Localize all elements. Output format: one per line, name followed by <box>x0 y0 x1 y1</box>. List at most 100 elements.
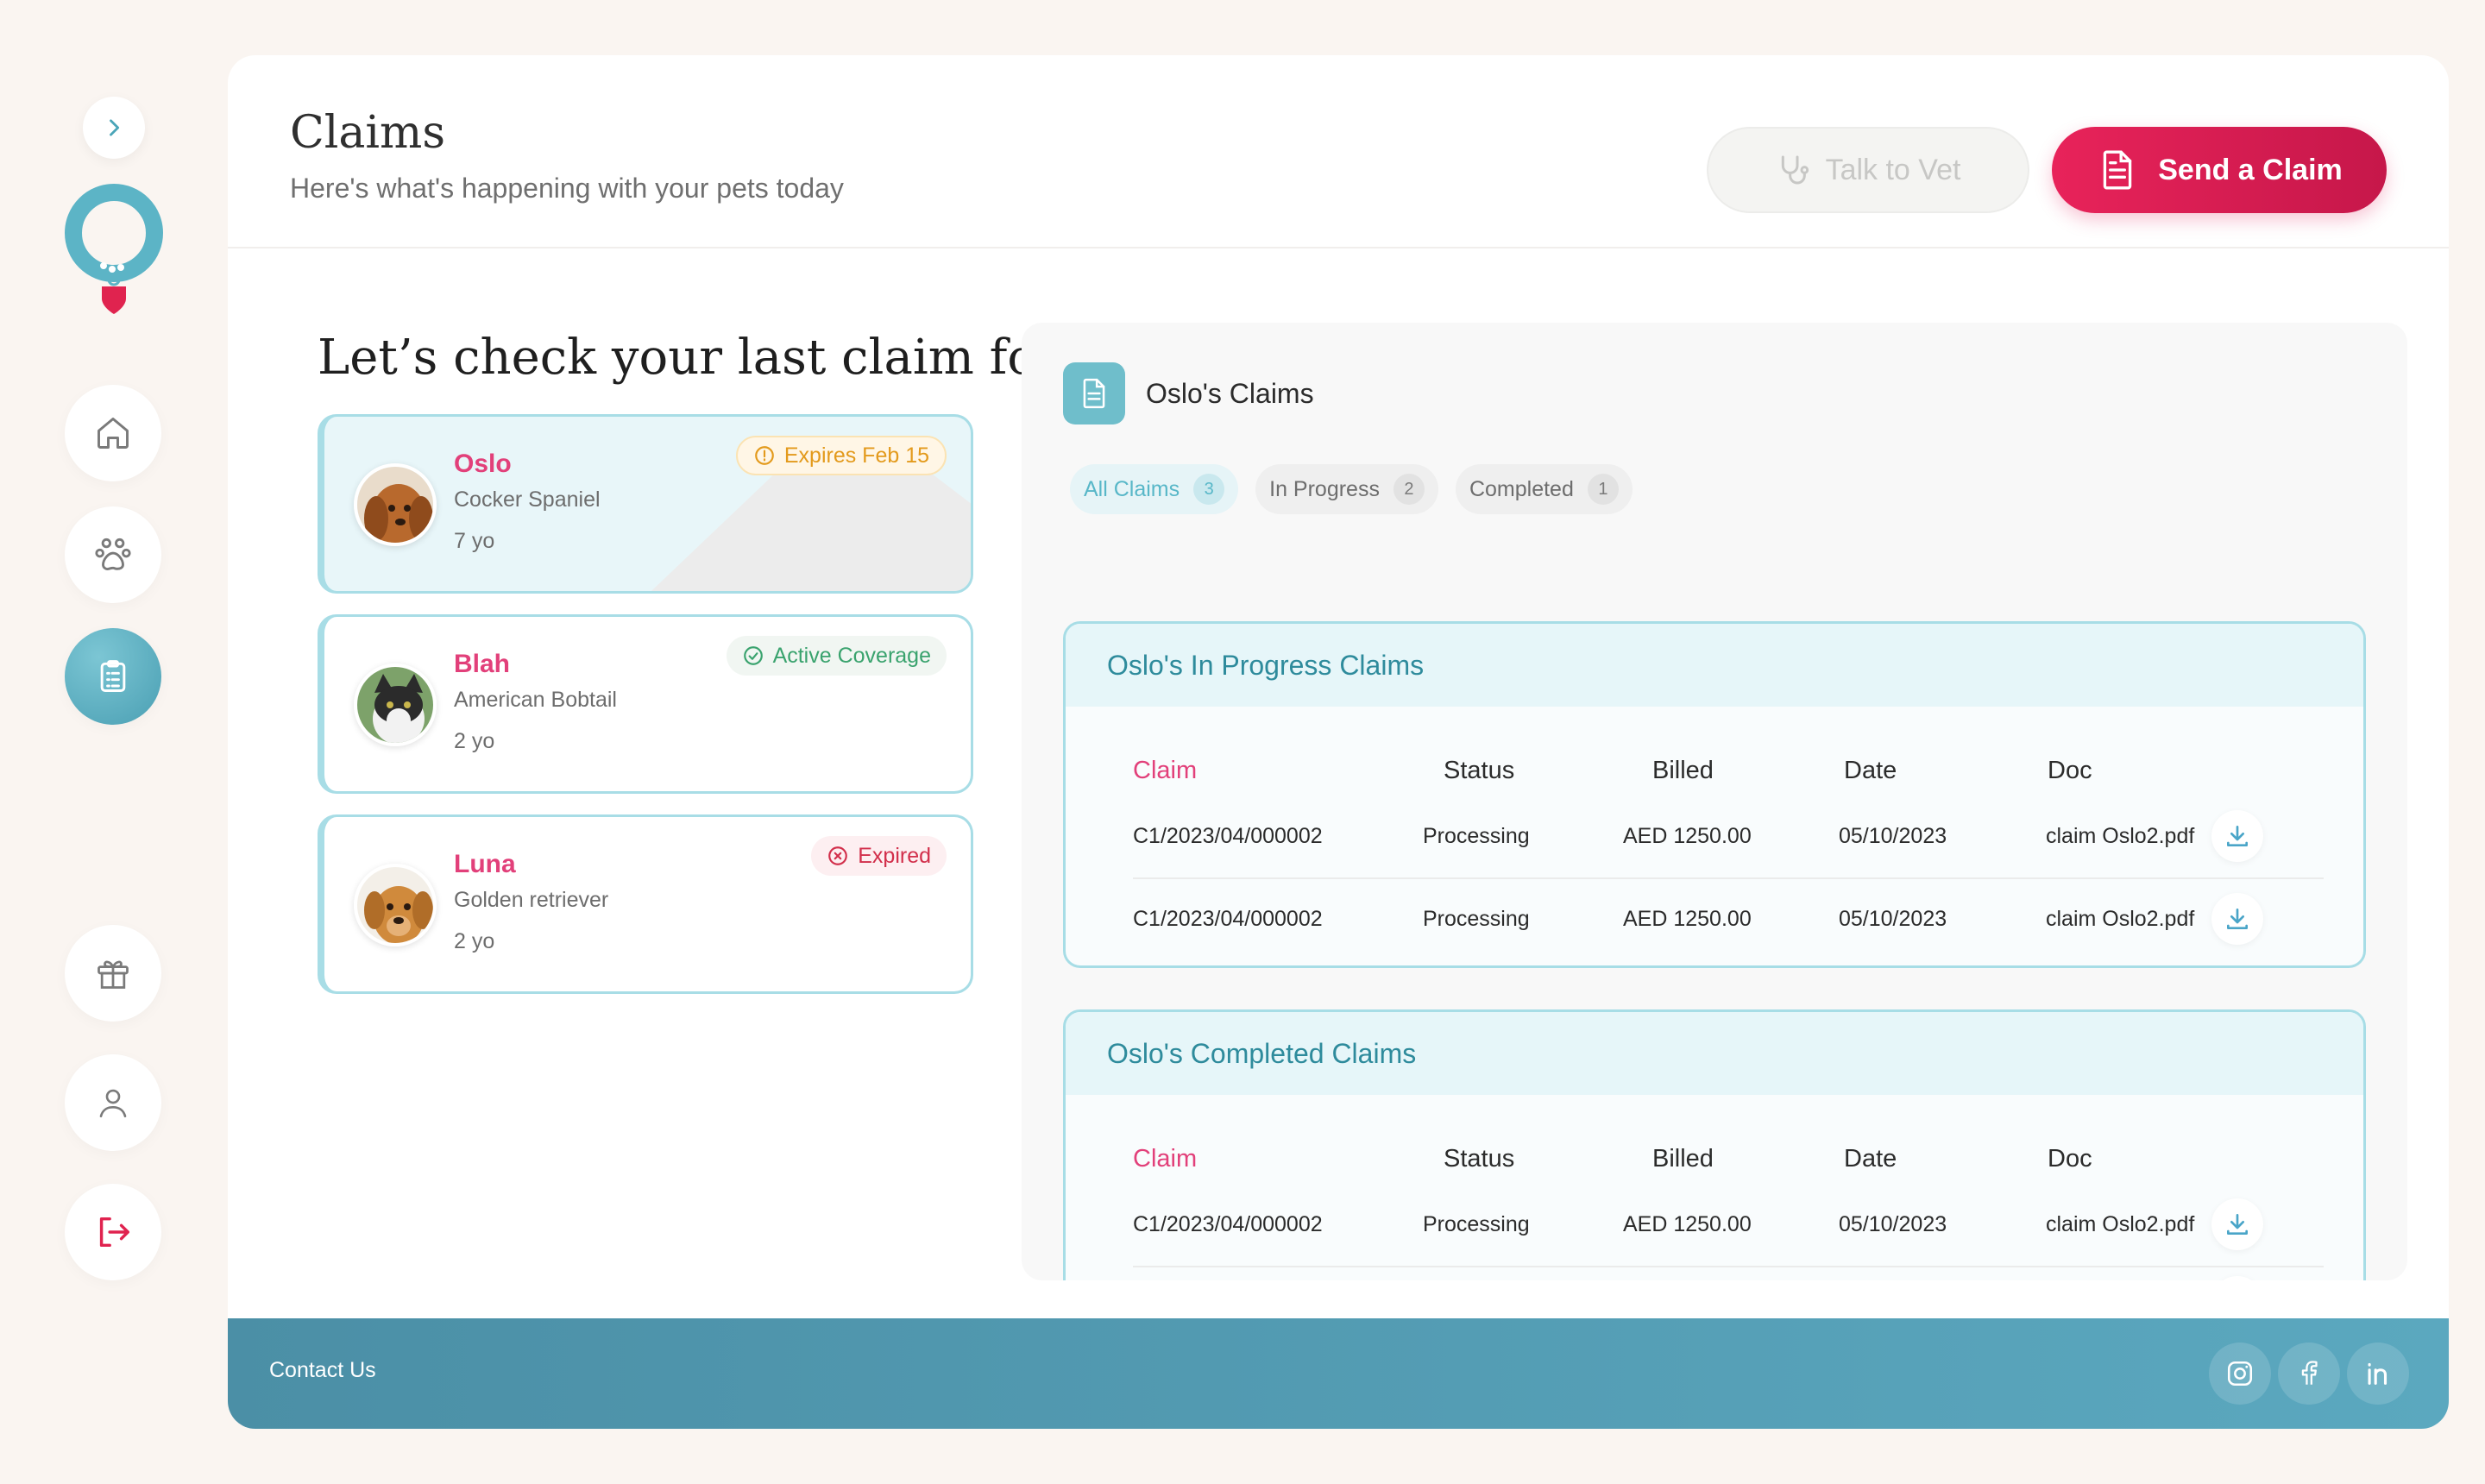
claim-billed: AED 1250.00 <box>1623 906 1752 931</box>
main-content: Claims Here's what's happening with your… <box>228 55 2449 1429</box>
instagram-button[interactable] <box>2209 1343 2271 1405</box>
sidebar-item-home[interactable] <box>65 385 161 481</box>
pet-card-luna[interactable]: Luna Golden retriever 2 yo Expired <box>318 814 973 994</box>
tab-count: 3 <box>1193 474 1225 505</box>
chevron-right-icon <box>110 119 120 136</box>
tab-count: 2 <box>1393 474 1425 505</box>
claim-date: 05/10/2023 <box>1839 1211 1947 1236</box>
claim-status: Processing <box>1423 823 1530 848</box>
section-heading: Let’s check your last claim for : <box>318 330 1092 386</box>
card-decoration <box>635 468 971 591</box>
document-icon <box>2103 150 2132 190</box>
pet-avatar <box>354 463 437 546</box>
x-circle-icon <box>828 846 848 865</box>
gift-icon <box>98 960 129 989</box>
facebook-button[interactable] <box>2278 1343 2340 1405</box>
alert-circle-icon <box>755 446 774 465</box>
send-claim-label: Send a Claim <box>2158 153 2343 186</box>
facebook-icon <box>2301 1361 2318 1385</box>
status-badge: Active Coverage <box>726 636 947 676</box>
download-button[interactable] <box>2211 810 2263 862</box>
claim-date: 05/10/2023 <box>1839 823 1947 848</box>
pet-breed: Golden retriever <box>454 888 609 912</box>
claim-id: C1/2023/04/000002 <box>1133 1211 1323 1236</box>
download-button[interactable] <box>2211 893 2263 945</box>
pet-avatar <box>354 864 437 946</box>
download-icon <box>2227 826 2248 846</box>
claim-billed: AED 1250.00 <box>1623 823 1752 848</box>
talk-to-vet-button[interactable]: Talk to Vet <box>1707 127 2029 213</box>
sidebar-item-pets[interactable] <box>65 506 161 603</box>
sidebar-item-claims[interactable] <box>65 628 161 725</box>
claim-doc: claim Oslo2.pdf <box>2046 1211 2195 1236</box>
download-button[interactable] <box>2211 1276 2263 1280</box>
page-subtitle: Here's what's happening with your pets t… <box>290 173 844 204</box>
sidebar-toggle-button[interactable] <box>83 97 145 159</box>
sidebar <box>0 0 228 1484</box>
pet-card-oslo[interactable]: Oslo Cocker Spaniel 7 yo Expires Feb 15 <box>318 414 973 594</box>
claim-date: 05/10/2023 <box>1839 906 1947 931</box>
page-title: Claims <box>290 107 446 159</box>
pet-name: Oslo <box>454 450 512 478</box>
group-title: Oslo's In Progress Claims <box>1066 624 2363 707</box>
send-claim-button[interactable]: Send a Claim <box>2052 127 2387 213</box>
pet-age: 7 yo <box>454 529 495 553</box>
download-button[interactable] <box>2211 1198 2263 1250</box>
pet-name: Luna <box>454 850 516 878</box>
tab-in-progress[interactable]: In Progress 2 <box>1255 464 1438 514</box>
status-badge: Expired <box>811 836 947 876</box>
pet-avatar <box>354 663 437 746</box>
home-icon <box>98 418 129 449</box>
table-row: C1/2023/04/000002 Processing AED 1250.00… <box>1133 1183 2324 1266</box>
claim-billed: AED 1250.00 <box>1623 1211 1752 1236</box>
claim-status: Processing <box>1423 1211 1530 1236</box>
pet-age: 2 yo <box>454 929 495 953</box>
table-row: C1/2023/04/000002 Processing AED 1250.00… <box>1133 877 2324 960</box>
tab-count: 1 <box>1587 474 1619 505</box>
pet-breed: Cocker Spaniel <box>454 487 601 512</box>
pet-age: 2 yo <box>454 729 495 753</box>
contact-us-link[interactable]: Contact Us <box>269 1358 376 1383</box>
status-badge-label: Expires Feb 15 <box>783 443 929 468</box>
linkedin-icon <box>2368 1362 2387 1385</box>
tab-all-claims[interactable]: All Claims 3 <box>1070 464 1239 514</box>
claim-status: Processing <box>1423 906 1530 931</box>
tab-completed[interactable]: Completed 1 <box>1455 464 1633 514</box>
in-progress-claims-group: Oslo's In Progress Claims Claim Status B… <box>1063 621 2366 968</box>
claims-title: Oslo's Claims <box>1146 378 1314 409</box>
clipboard-icon <box>100 660 126 692</box>
page-header: Claims Here's what's happening with your… <box>228 55 2449 248</box>
claims-tabs: All Claims 3 In Progress 2 Completed 1 <box>1070 464 1633 514</box>
talk-to-vet-label: Talk to Vet <box>1825 153 1961 186</box>
completed-claims-group: Oslo's Completed Claims Claim Status Bil… <box>1063 1009 2366 1280</box>
pet-name: Blah <box>454 650 511 678</box>
sidebar-item-rewards[interactable] <box>65 925 161 1022</box>
claim-id: C1/2023/04/000002 <box>1133 906 1323 931</box>
footer: Contact Us <box>228 1318 2449 1429</box>
user-icon <box>99 1089 127 1118</box>
tab-label: Completed <box>1469 476 1574 501</box>
status-badge-label: Active Coverage <box>772 643 931 668</box>
claim-id: C1/2023/04/000002 <box>1133 823 1323 848</box>
stethoscope-icon <box>1781 155 1809 185</box>
sidebar-item-logout[interactable] <box>65 1184 161 1280</box>
claim-doc: claim Oslo2.pdf <box>2046 906 2195 931</box>
claim-doc: claim Oslo2.pdf <box>2046 823 2195 848</box>
tab-label: All Claims <box>1084 476 1180 501</box>
pet-card-blah[interactable]: Blah American Bobtail 2 yo Active Covera… <box>318 614 973 794</box>
check-circle-icon <box>743 646 763 665</box>
claims-panel: Oslo's Claims All Claims 3 In Progress 2… <box>1022 323 2407 1280</box>
claims-file-icon <box>1063 362 1125 424</box>
linkedin-button[interactable] <box>2347 1343 2409 1405</box>
group-title: Oslo's Completed Claims <box>1066 1012 2363 1095</box>
logout-icon <box>99 1217 129 1248</box>
instagram-icon <box>2227 1361 2253 1387</box>
sidebar-item-profile[interactable] <box>65 1054 161 1151</box>
status-badge-label: Expired <box>858 843 931 868</box>
status-badge: Expires Feb 15 <box>735 436 947 475</box>
table-row: C1/2023/04/000002 Processing AED 1250.00… <box>1133 795 2324 877</box>
paw-icon <box>95 538 131 570</box>
logo <box>65 184 163 314</box>
pet-breed: American Bobtail <box>454 688 617 712</box>
row-divider <box>1133 1266 2324 1267</box>
